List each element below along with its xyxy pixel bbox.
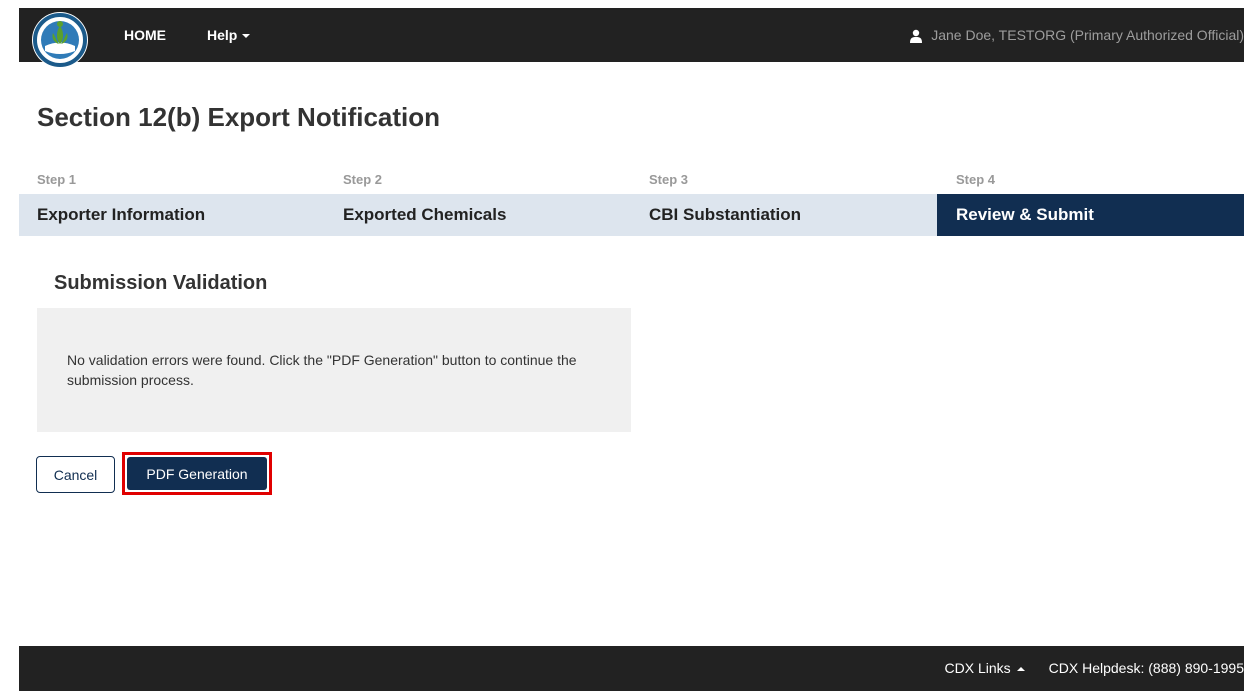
footer: CDX Links CDX Helpdesk: (888) 890-1995 (19, 646, 1244, 691)
step-4-label: Step 4 (956, 172, 996, 187)
step-2-label: Step 2 (343, 172, 383, 187)
user-icon (910, 30, 923, 44)
user-menu[interactable]: Jane Doe, TESTORG (Primary Authorized Of… (909, 8, 1244, 62)
submission-validation-heading: Submission Validation (54, 272, 268, 294)
cdx-helpdesk: CDX Helpdesk: (888) 890-1995 (1048, 660, 1244, 676)
step-review-submit-active[interactable]: Review & Submit (937, 194, 1244, 236)
top-navbar: HOME Help Jane Doe, TESTORG (Primary Aut… (19, 8, 1244, 68)
caret-down-icon (242, 34, 251, 39)
cancel-button[interactable]: Cancel (36, 456, 115, 493)
pdf-generation-button[interactable]: PDF Generation (127, 457, 267, 490)
step-cbi-substantiation[interactable]: CBI Substantiation (649, 194, 801, 236)
user-name: Jane Doe, TESTORG (Primary Authorized Of… (931, 27, 1244, 43)
step-wizard: Step 1 Step 2 Step 3 Step 4 Exporter Inf… (19, 168, 1244, 236)
nav-home-link[interactable]: HOME (124, 8, 166, 62)
footer-links: CDX Links CDX Helpdesk: (888) 890-1995 (945, 646, 1244, 691)
page-title: Section 12(b) Export Notification (37, 102, 441, 132)
caret-up-icon (1016, 667, 1025, 672)
step-exported-chemicals[interactable]: Exported Chemicals (343, 194, 506, 236)
nav-help-label: Help (207, 27, 238, 43)
step-exporter-information[interactable]: Exporter Information (37, 194, 205, 236)
pdf-button-highlight: PDF Generation (122, 452, 272, 495)
validation-message-panel: No validation errors were found. Click t… (37, 308, 631, 432)
step-3-label: Step 3 (649, 172, 689, 187)
cdx-links-label: CDX Links (944, 660, 1011, 676)
step-review-submit: Review & Submit (956, 205, 1094, 224)
step-1-label: Step 1 (37, 172, 77, 187)
step-labels: Step 1 Step 2 Step 3 Step 4 (19, 168, 1244, 194)
step-bar: Exporter Information Exported Chemicals … (19, 194, 1244, 236)
validation-message: No validation errors were found. Click t… (67, 352, 577, 388)
cdx-links-dropdown[interactable]: CDX Links (945, 660, 1025, 676)
epa-seal-logo[interactable] (31, 11, 89, 69)
nav-help-dropdown[interactable]: Help (207, 8, 251, 62)
